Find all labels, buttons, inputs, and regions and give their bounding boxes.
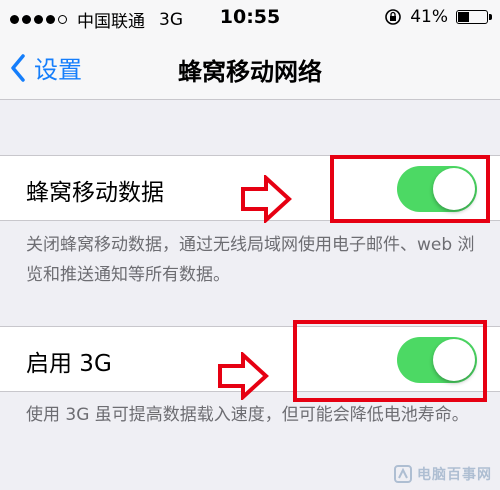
battery-icon <box>456 10 492 24</box>
battery-percent: 41% <box>410 7 448 27</box>
arrow-right-icon <box>218 352 269 400</box>
enable-3g-footer: 使用 3G 虽可提高数据载入速度，但可能会降低电池寿命。 <box>26 405 469 425</box>
status-right: 41% <box>384 7 492 27</box>
orientation-lock-icon <box>385 9 402 25</box>
watermark-logo-icon <box>394 465 412 483</box>
arrow-right-icon <box>241 175 292 223</box>
watermark-text: 电脑百事网 <box>417 467 492 483</box>
highlight-box-cellular <box>330 155 490 223</box>
battery-fill <box>458 12 470 22</box>
highlight-box-3g <box>293 320 487 402</box>
page-title: 蜂窝移动网络 <box>178 58 322 86</box>
nav-bar: 设置 蜂窝移动网络 <box>0 36 500 100</box>
enable-3g-label: 启用 3G <box>26 351 112 377</box>
cellular-data-footer: 关闭蜂窝移动数据，通过无线局域网使用电子邮件、web 浏览和推送通知等所有数据。 <box>26 235 475 285</box>
cellular-data-label: 蜂窝移动数据 <box>26 180 164 206</box>
watermark: 电脑百事网 <box>393 464 492 484</box>
status-bar: 中国联通 3G 10:55 41% <box>0 0 500 36</box>
